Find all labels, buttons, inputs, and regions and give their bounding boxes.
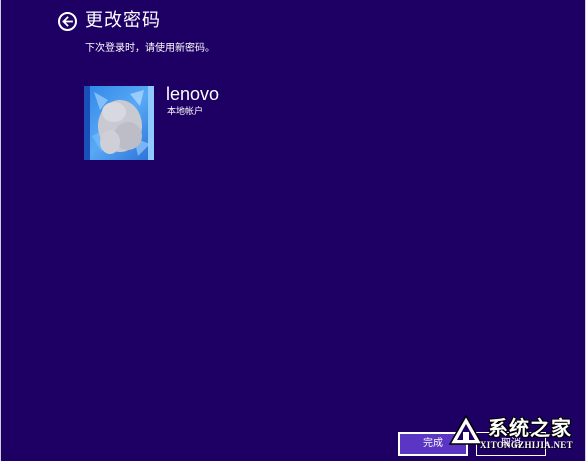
cancel-button[interactable]: 取消 xyxy=(476,432,546,456)
account-username: lenovo xyxy=(166,84,220,104)
page-subtitle: 下次登录时，请使用新密码。 xyxy=(85,43,215,54)
window-frame xyxy=(0,0,586,461)
user-avatar xyxy=(84,86,154,160)
page-title: 更改密码 xyxy=(85,10,161,31)
finish-button[interactable]: 完成 xyxy=(398,432,468,456)
account-type-label: 本地帐户 xyxy=(167,107,204,117)
back-arrow-icon xyxy=(62,16,73,27)
back-button[interactable] xyxy=(58,12,77,31)
